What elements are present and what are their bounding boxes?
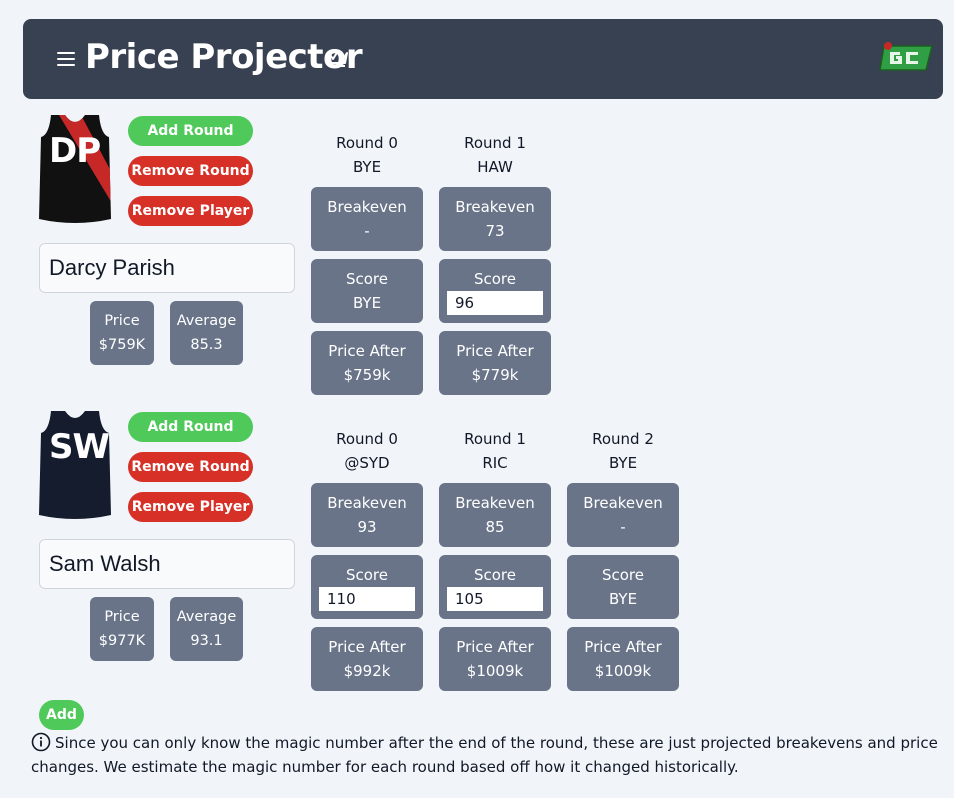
add-round-button[interactable]: Add Round [128,412,253,442]
score-cell: Score [311,555,423,619]
round-label: Round 0 [336,134,398,152]
remove-round-button[interactable]: Remove Round [128,452,253,482]
round-opponent: RIC [482,454,508,472]
score-label: Score [601,566,644,584]
round-header: Round 0 BYE [311,131,423,179]
info-text: Since you can only know the magic number… [31,734,938,776]
remove-round-button[interactable]: Remove Round [128,156,253,186]
remove-player-button[interactable]: Remove Player [128,492,253,522]
breakeven-value: - [620,518,626,536]
add-round-button[interactable]: Add Round [128,116,253,146]
breakeven-cell: Breakeven - [567,483,679,547]
score-input[interactable] [319,587,415,611]
score-label: Score [473,566,516,584]
price-after-cell: Price After $759k [311,331,423,395]
price-after-value: $992k [343,662,391,680]
price-stat: Price $977K [90,597,154,661]
logo-icon [879,42,933,71]
crown-icon[interactable] [327,48,349,68]
round-label: Round 0 [336,430,398,448]
average-value: 85.3 [190,337,223,353]
round-header: Round 1 HAW [439,131,551,179]
breakeven-cell: Breakeven 85 [439,483,551,547]
price-label: Price [104,313,140,329]
breakeven-value: - [364,222,370,240]
breakeven-value: 85 [485,518,505,536]
price-after-value: $759k [343,366,391,384]
score-value: BYE [608,590,638,608]
breakeven-cell: Breakeven 73 [439,187,551,251]
price-after-label: Price After [456,342,534,360]
app-header: Price Projector [23,19,943,99]
average-value: 93.1 [190,633,223,649]
price-after-label: Price After [456,638,534,656]
average-label: Average [176,313,237,329]
price-after-label: Price After [328,638,406,656]
guernsey-icon: DP [37,115,113,227]
breakeven-label: Breakeven [327,494,407,512]
breakeven-label: Breakeven [583,494,663,512]
remove-player-button[interactable]: Remove Player [128,196,253,226]
price-after-cell: Price After $1009k [439,627,551,691]
round-opponent: BYE [352,158,382,176]
round-header: Round 2 BYE [567,427,679,475]
price-after-label: Price After [328,342,406,360]
price-after-cell: Price After $779k [439,331,551,395]
price-label: Price [104,609,140,625]
score-label: Score [473,270,516,288]
breakeven-value: 73 [485,222,505,240]
player-name-input[interactable]: Darcy Parish [39,243,295,293]
menu-icon[interactable] [57,52,75,66]
price-stat: Price $759K [90,301,154,365]
score-label: Score [345,270,388,288]
breakeven-label: Breakeven [327,198,407,216]
round-opponent: HAW [477,158,513,176]
score-cell: Score BYE [567,555,679,619]
page-title: Price Projector [85,37,363,77]
breakeven-cell: Breakeven - [311,187,423,251]
price-after-label: Price After [584,638,662,656]
score-value: BYE [352,294,382,312]
info-icon [31,732,51,752]
price-value: $977K [98,633,146,649]
score-cell: Score [439,259,551,323]
price-after-value: $1009k [466,662,524,680]
player-initials: SW [49,427,110,467]
score-label: Score [345,566,388,584]
player-name-input[interactable]: Sam Walsh [39,539,295,589]
score-cell: Score BYE [311,259,423,323]
breakeven-label: Breakeven [455,494,535,512]
average-stat: Average 85.3 [170,301,243,365]
player-initials: DP [49,131,101,171]
price-after-cell: Price After $992k [311,627,423,691]
average-stat: Average 93.1 [170,597,243,661]
round-label: Round 2 [592,430,654,448]
price-after-value: $779k [471,366,519,384]
round-opponent: @SYD [344,454,390,472]
breakeven-label: Breakeven [455,198,535,216]
breakeven-value: 93 [357,518,377,536]
round-header: Round 1 RIC [439,427,551,475]
price-value: $759K [98,337,146,353]
add-player-button[interactable]: Add [39,700,84,730]
round-header: Round 0 @SYD [311,427,423,475]
round-opponent: BYE [608,454,638,472]
average-label: Average [176,609,237,625]
info-note: Since you can only know the magic number… [31,731,941,779]
score-cell: Score [439,555,551,619]
breakeven-cell: Breakeven 93 [311,483,423,547]
score-input[interactable] [447,587,543,611]
guernsey-icon: SW [37,411,113,523]
score-input[interactable] [447,291,543,315]
price-after-cell: Price After $1009k [567,627,679,691]
round-label: Round 1 [464,430,526,448]
round-label: Round 1 [464,134,526,152]
price-after-value: $1009k [594,662,652,680]
